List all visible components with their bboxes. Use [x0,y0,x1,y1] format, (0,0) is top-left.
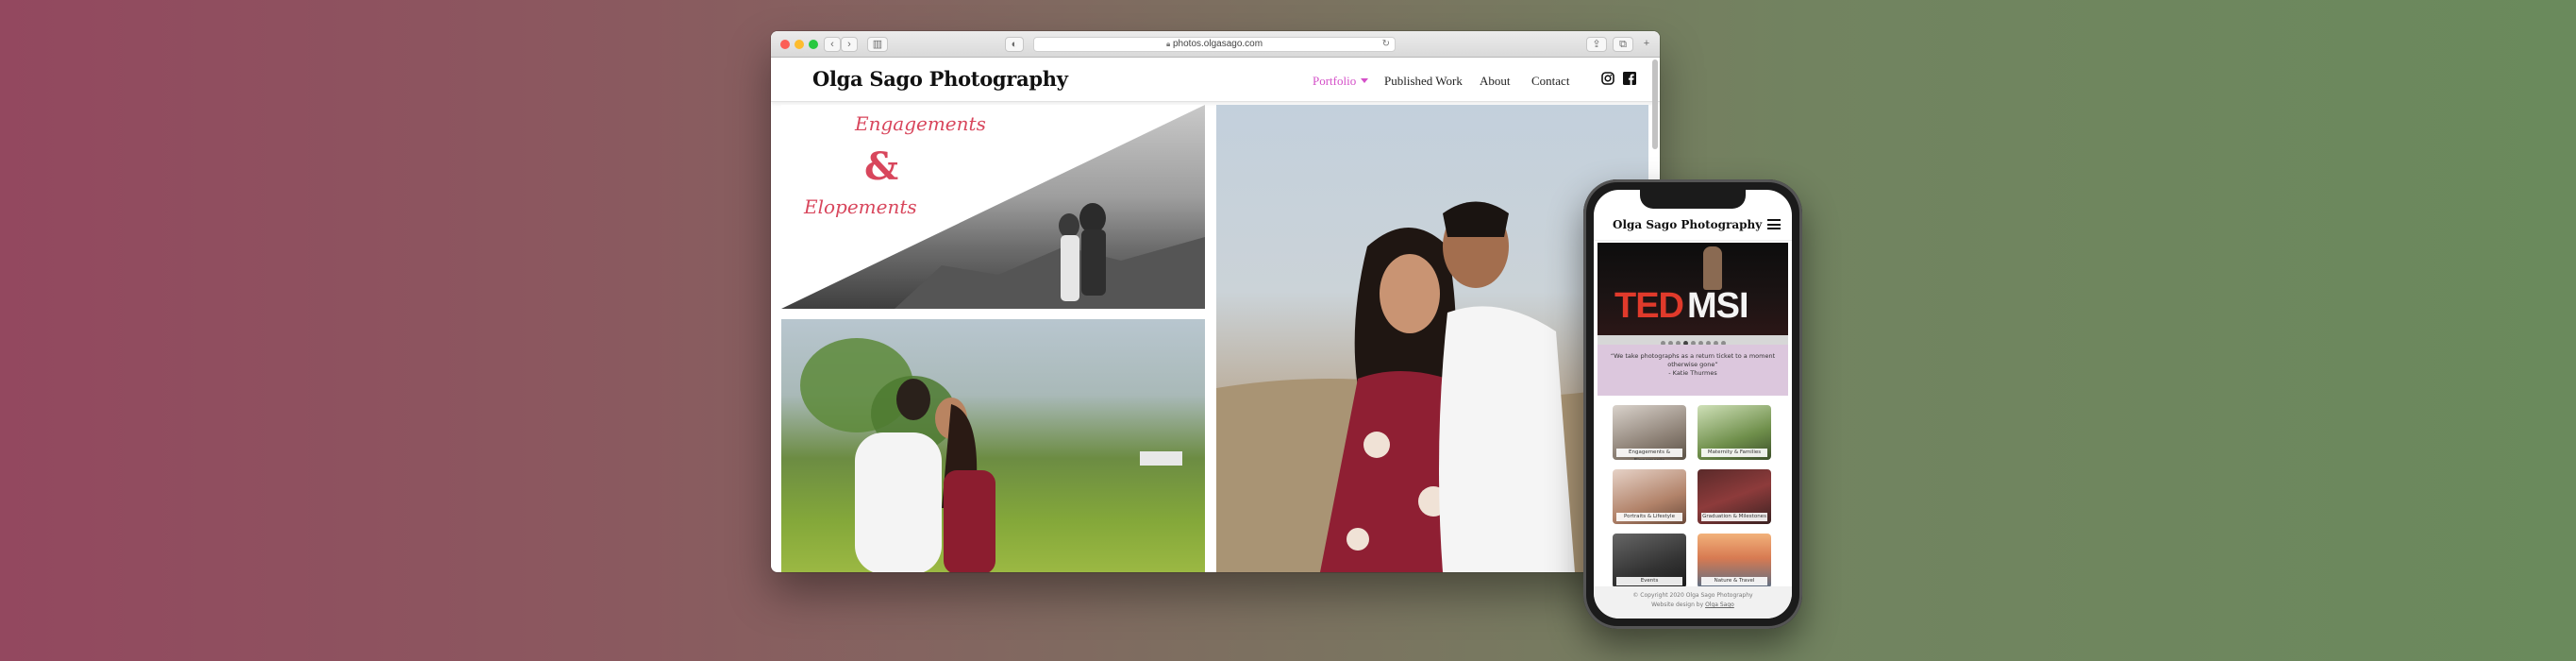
desktop-browser-window: ‹ › ▥ ◐ 🔒︎ photos.olgasago.com ↻ ⇪ ⧉ + O… [771,31,1660,572]
close-window-button[interactable] [780,40,790,49]
footer-design-link[interactable]: Olga Sago [1705,602,1734,608]
tile-label: Events [1616,577,1682,585]
mobile-hero-slideshow[interactable]: TED MSI [1597,243,1788,335]
reader-mode-icon[interactable]: ◐ [1005,37,1024,52]
tile-label: Nature & Travel [1701,577,1767,585]
share-icon[interactable]: ⇪ [1586,37,1607,52]
engagements-title-bottom: Elopements [804,195,917,218]
phone-notch [1640,190,1746,209]
nav-contact[interactable]: Contact [1531,74,1569,89]
hamburger-menu-icon[interactable] [1767,219,1781,229]
browser-toolbar: ‹ › ▥ ◐ 🔒︎ photos.olgasago.com ↻ ⇪ ⧉ + [771,31,1660,58]
back-button[interactable]: ‹ [824,37,841,52]
facebook-icon[interactable] [1623,72,1636,85]
instagram-icon[interactable] [1601,72,1614,85]
sidebar-toggle-icon[interactable]: ▥ [867,37,888,52]
mobile-phone-mockup: Olga Sago Photography TED MSI “We take ph… [1583,179,1802,629]
gallery-photo-couple-field[interactable] [781,319,1205,572]
mobile-site-logo[interactable]: Olga Sago Photography [1613,218,1762,231]
tile-label: Graduation & Milestones [1701,513,1767,521]
quote-text: “We take photographs as a return ticket … [1610,352,1776,368]
mobile-tile-nature[interactable]: Nature & Travel [1698,534,1771,588]
address-bar[interactable]: 🔒︎ photos.olgasago.com ↻ [1033,37,1396,52]
slideshow-pagination[interactable] [1597,335,1788,346]
forward-button[interactable]: › [841,37,858,52]
mobile-tile-engagements[interactable]: Engagements & Elopements [1613,405,1686,460]
ampersand-title: & [864,144,899,189]
tabs-overview-icon[interactable]: ⧉ [1613,37,1633,52]
mobile-tile-graduation[interactable]: Graduation & Milestones [1698,469,1771,524]
new-tab-icon[interactable]: + [1639,37,1654,52]
ted-suffix-text: MSI [1687,286,1749,326]
tile-label: Engagements & Elopements [1616,449,1682,460]
lock-icon: 🔒︎ [1165,40,1171,48]
mobile-tile-portraits[interactable]: Portraits & Lifestyle [1613,469,1686,524]
minimize-window-button[interactable] [795,40,804,49]
tile-label: Portraits & Lifestyle [1616,513,1682,521]
reload-icon[interactable]: ↻ [1382,38,1390,51]
nav-portfolio[interactable]: Portfolio [1313,74,1369,89]
footer-design-credit: Website design by Olga Sago [1594,601,1792,610]
quote-author: - Katie Thurmes [1668,369,1717,377]
mobile-screen: Olga Sago Photography TED MSI “We take ph… [1594,190,1792,619]
mobile-header: Olga Sago Photography [1594,211,1792,241]
tile-label: Maternity & Families [1701,449,1767,457]
mobile-tile-maternity[interactable]: Maternity & Families [1698,405,1771,460]
nav-about[interactable]: About [1480,74,1511,89]
footer-copyright: © Copyright 2020 Olga Sago Photography [1632,592,1753,599]
mobile-tile-events[interactable]: Events [1613,534,1686,588]
site-header: Olga Sago Photography Portfolio Publishe… [771,58,1660,102]
footer-design-prefix: Website design by [1651,602,1704,608]
nav-portfolio-label: Portfolio [1313,74,1357,88]
site-logo[interactable]: Olga Sago Photography [812,67,1068,91]
nav-published-work[interactable]: Published Work [1384,74,1463,89]
speaker-figure [1703,246,1722,290]
mobile-footer: © Copyright 2020 Olga Sago Photography W… [1594,586,1792,619]
ted-logo-text: TED MSI [1614,286,1749,327]
chevron-down-icon [1361,78,1369,83]
ted-text: TED [1614,286,1684,326]
page-scrollbar[interactable] [1652,59,1658,149]
gallery-tile-engagements[interactable]: Engagements & Elopements [781,105,1205,309]
quote-block: “We take photographs as a return ticket … [1597,345,1788,396]
zoom-window-button[interactable] [809,40,818,49]
couple-field-photo [800,338,1182,572]
engagements-title-top: Engagements [855,112,986,135]
url-text: photos.olgasago.com [1172,39,1263,49]
